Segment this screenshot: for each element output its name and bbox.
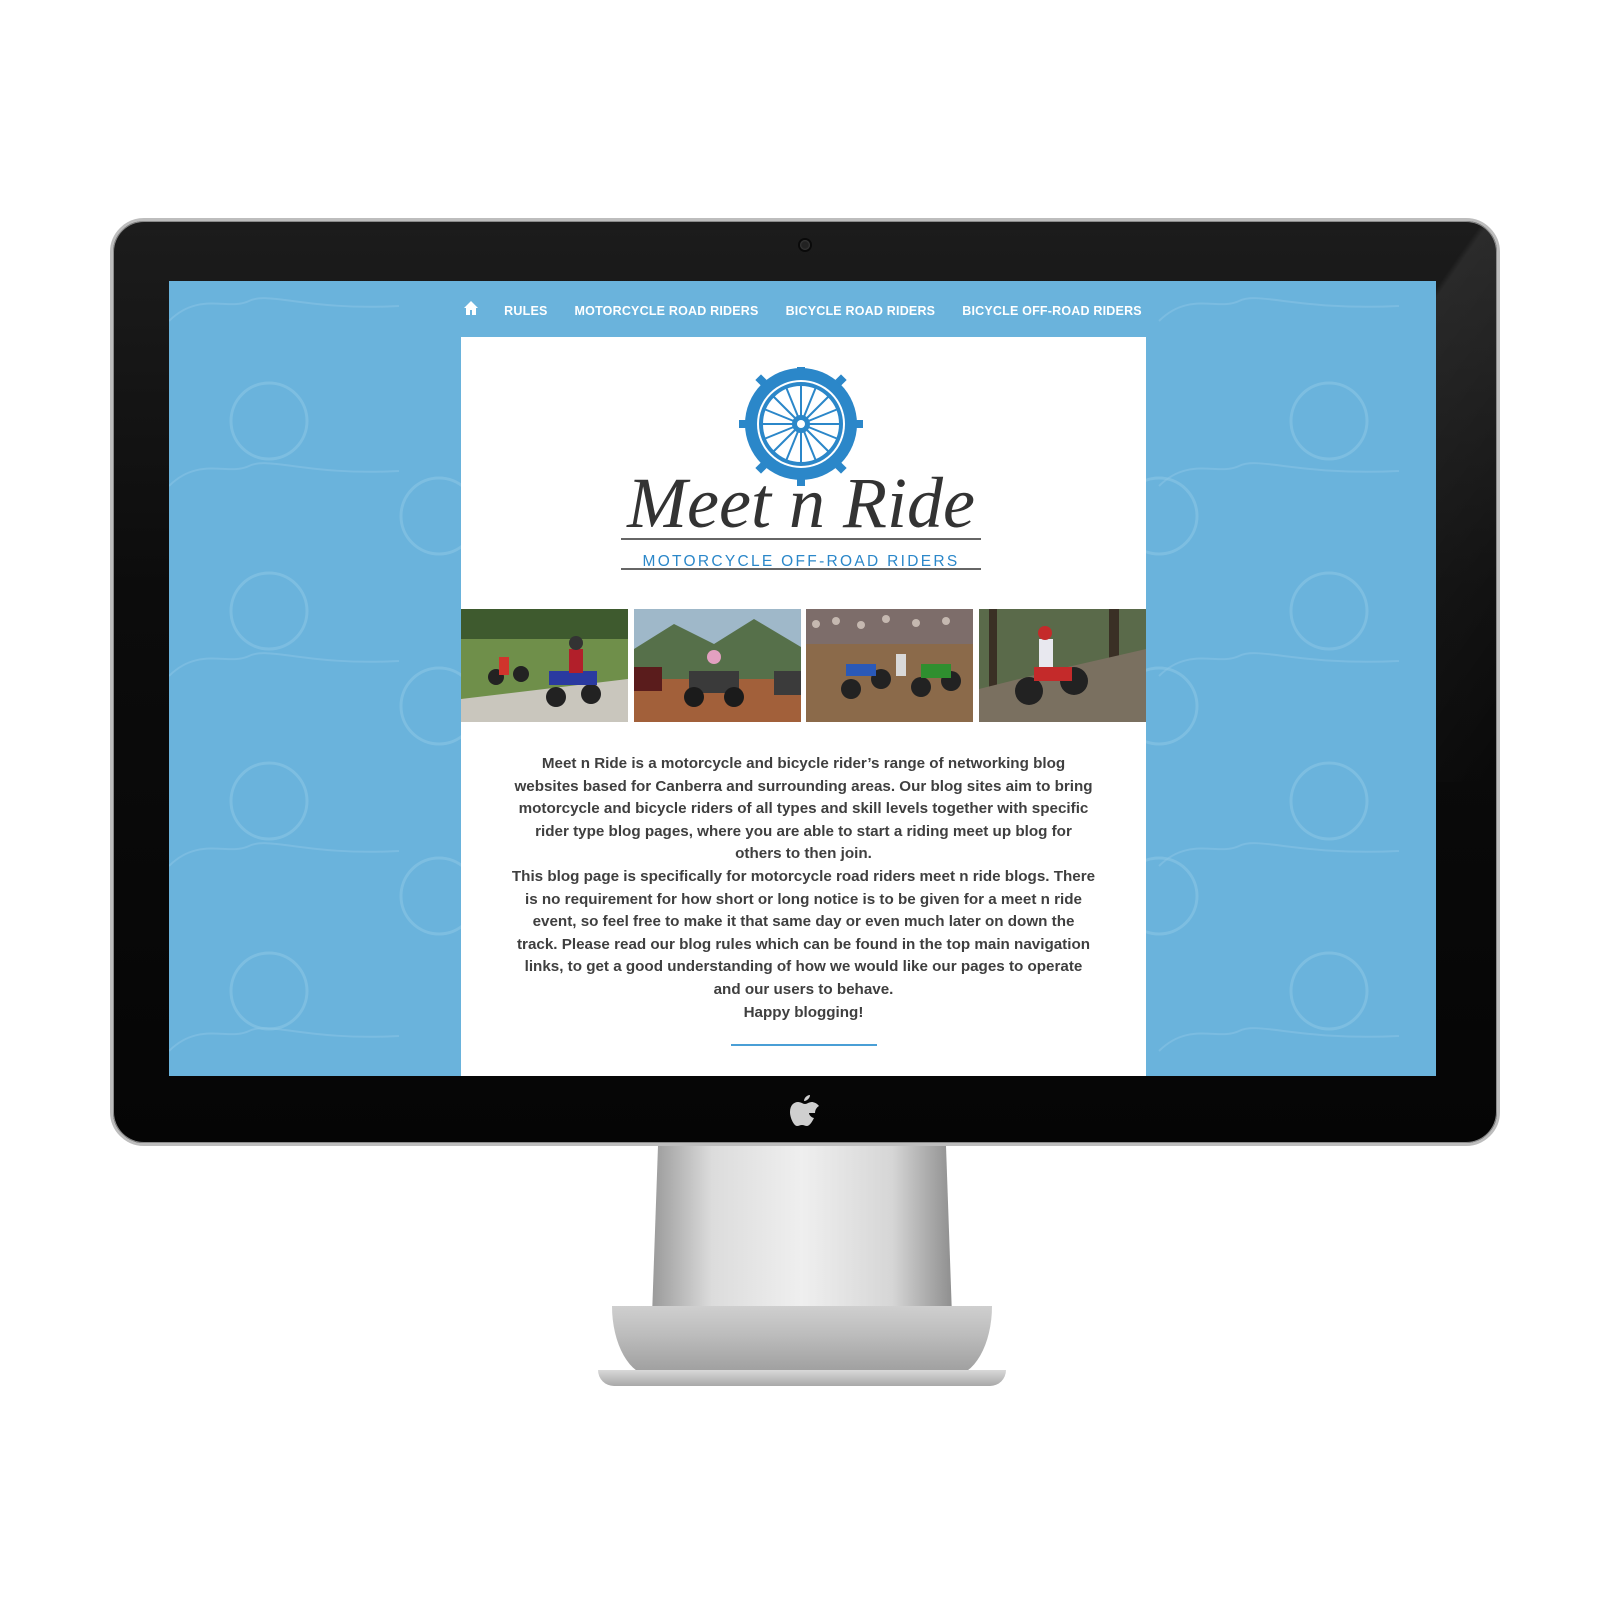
monitor-stand-base [598,1370,1006,1386]
content-card: Meet n Ride MOTORCYCLE OFF-ROAD RIDERS M… [461,337,1146,1076]
intro-text: Meet n Ride is a motorcycle and bicycle … [511,753,1096,1024]
photo-motocross-race [806,609,974,722]
home-icon [464,300,479,315]
main-navigation: RULES MOTORCYCLE ROAD RIDERS BICYCLE ROA… [169,281,1436,341]
intro-closing: Happy blogging! [743,1003,864,1021]
photo-dirt-bikes [461,609,628,722]
nav-motorcycle-road-riders[interactable]: MOTORCYCLE ROAD RIDERS [575,304,759,318]
intro-paragraph-1: Meet n Ride is a motorcycle and bicycle … [514,755,1093,863]
photo-strip [461,609,1146,722]
intro-paragraph-2: This blog page is specifically for motor… [511,867,1096,998]
photo-quad-bikes [633,609,801,722]
website-screen: RULES MOTORCYCLE ROAD RIDERS BICYCLE ROA… [169,281,1436,1076]
nav-rules[interactable]: RULES [504,304,547,318]
logo-title: Meet n Ride [626,463,975,543]
logo-subtitle: MOTORCYCLE OFF-ROAD RIDERS [642,553,960,570]
monitor-stand-foot [612,1306,992,1376]
apple-logo-icon [788,1092,822,1132]
camera-icon [800,240,810,250]
nav-home[interactable] [463,300,479,319]
photo-trials-rider [978,609,1146,722]
site-logo[interactable]: Meet n Ride MOTORCYCLE OFF-ROAD RIDERS [586,362,1016,587]
nav-bicycle-road-riders[interactable]: BICYCLE ROAD RIDERS [786,304,936,318]
nav-bicycle-off-road-riders[interactable]: BICYCLE OFF-ROAD RIDERS [962,304,1142,318]
monitor-stand [652,1146,952,1316]
section-divider [731,1044,877,1046]
